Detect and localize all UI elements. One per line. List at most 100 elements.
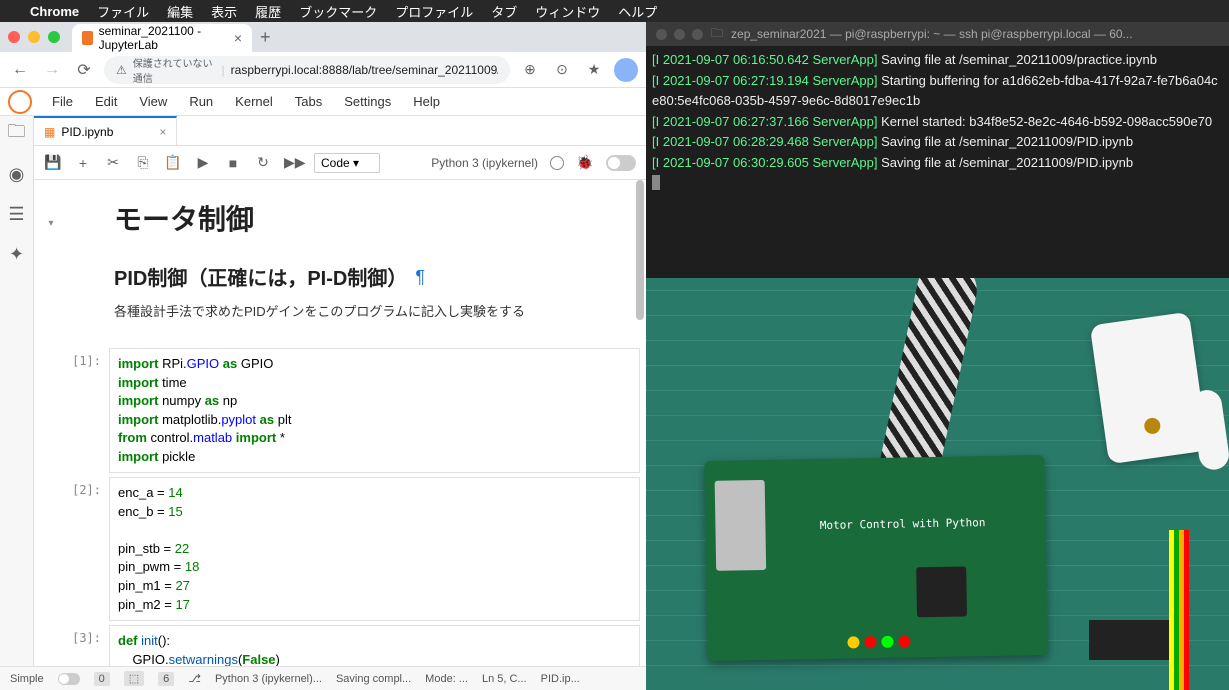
- usb-ports: [715, 480, 767, 571]
- camera-feed: Motor Control with Python: [646, 278, 1229, 690]
- jupyter-menubar: File Edit View Run Kernel Tabs Settings …: [0, 88, 646, 116]
- mac-menu-edit[interactable]: 編集: [167, 2, 193, 21]
- translate-icon[interactable]: ⊕: [518, 61, 542, 78]
- markdown-cell[interactable]: モータ制御 PID制御（正確には，PI-D制御） ¶ 各種設計手法で求めたPID…: [114, 190, 525, 332]
- terminal-titlebar: 🗀 zep_seminar2021 — pi@raspberrypi: ~ — …: [646, 22, 1229, 46]
- status-count-0[interactable]: 0: [94, 672, 110, 686]
- mac-menu-view[interactable]: 表示: [211, 2, 237, 21]
- jup-menu-edit[interactable]: Edit: [85, 91, 127, 112]
- mac-menu-window[interactable]: ウィンドウ: [535, 2, 600, 21]
- extensions-icon[interactable]: ★: [582, 61, 606, 78]
- mac-menubar: Chrome ファイル 編集 表示 履歴 ブックマーク プロファイル タブ ウィ…: [0, 0, 1229, 22]
- term-minimize-button[interactable]: [674, 29, 685, 40]
- led-icon: [847, 636, 859, 648]
- close-window-button[interactable]: [8, 31, 20, 43]
- jup-menu-tabs[interactable]: Tabs: [285, 91, 332, 112]
- notebook-tab-close-icon[interactable]: ×: [159, 125, 166, 139]
- mac-menu-app[interactable]: Chrome: [30, 4, 79, 19]
- mac-menu-file[interactable]: ファイル: [97, 2, 149, 21]
- code-input[interactable]: import RPi.GPIO as GPIO import time impo…: [109, 348, 640, 473]
- zoom-icon[interactable]: ⊙: [550, 61, 574, 78]
- anchor-icon[interactable]: ¶: [415, 267, 425, 288]
- status-count-6[interactable]: 6: [158, 672, 174, 686]
- led-icon: [881, 636, 893, 648]
- chrome-window: seminar_2021100 - JupyterLab × + ← → ⟳ ⚠…: [0, 22, 646, 690]
- notebook-content[interactable]: ▾ モータ制御 PID制御（正確には，PI-D制御） ¶ 各種設計手法で求めたP…: [34, 180, 646, 666]
- jup-menu-run[interactable]: Run: [179, 91, 223, 112]
- cut-cell-icon[interactable]: ✂: [104, 154, 122, 171]
- kernel-name-label[interactable]: Python 3 (ipykernel): [431, 156, 538, 170]
- mac-menu-bookmarks[interactable]: ブックマーク: [299, 2, 377, 21]
- render-toggle[interactable]: [606, 155, 636, 171]
- code-input[interactable]: enc_a = 14 enc_b = 15 pin_stb = 22 pin_p…: [109, 477, 640, 621]
- add-cell-icon[interactable]: +: [74, 155, 92, 171]
- chrome-toolbar: ← → ⟳ ⚠ 保護されていない通信 | raspberrypi.local:8…: [0, 52, 646, 88]
- status-ln[interactable]: Ln 5, C...: [482, 673, 527, 685]
- terminal-body[interactable]: [I 2021-09-07 06:16:50.642 ServerApp] Sa…: [646, 46, 1229, 197]
- code-cell[interactable]: [2]:enc_a = 14 enc_b = 15 pin_stb = 22 p…: [54, 477, 640, 621]
- maximize-window-button[interactable]: [48, 31, 60, 43]
- jup-menu-file[interactable]: File: [42, 91, 83, 112]
- jupyter-favicon-icon: [82, 31, 93, 45]
- mac-menu-help[interactable]: ヘルプ: [618, 2, 657, 21]
- servo-screw: [1143, 417, 1161, 435]
- term-close-button[interactable]: [656, 29, 667, 40]
- heading-1: モータ制御: [114, 198, 525, 238]
- extension-manager-icon[interactable]: ✦: [7, 244, 27, 264]
- file-browser-icon[interactable]: 🗀: [7, 124, 27, 144]
- reload-button[interactable]: ⟳: [72, 60, 96, 80]
- mac-menu-profile[interactable]: プロファイル: [395, 2, 473, 21]
- terminal-window-controls: [656, 29, 703, 40]
- status-sym[interactable]: ⬚: [124, 671, 144, 686]
- copy-cell-icon[interactable]: ⎘: [134, 154, 152, 171]
- save-icon[interactable]: 💾: [44, 154, 62, 171]
- code-input[interactable]: def init(): GPIO.setwarnings(False) GPIO…: [109, 625, 640, 666]
- paste-cell-icon[interactable]: 📋: [164, 154, 182, 171]
- code-cell[interactable]: [1]:import RPi.GPIO as GPIO import time …: [54, 348, 640, 473]
- url-text: raspberrypi.local:8888/lab/tree/seminar_…: [231, 63, 498, 77]
- address-bar[interactable]: ⚠ 保護されていない通信 | raspberrypi.local:8888/la…: [104, 56, 510, 84]
- mac-menu-tab[interactable]: タブ: [491, 2, 517, 21]
- table-of-contents-icon[interactable]: ☰: [7, 204, 27, 224]
- gpio-header: [1089, 620, 1169, 660]
- term-maximize-button[interactable]: [692, 29, 703, 40]
- notebook-toolbar: 💾 + ✂ ⎘ 📋 ▶ ■ ↻ ▶▶ Code ▾ Python 3 (ipyk…: [34, 146, 646, 180]
- simple-mode-toggle[interactable]: [58, 673, 80, 685]
- code-cell[interactable]: [3]:def init(): GPIO.setwarnings(False) …: [54, 625, 640, 666]
- profile-avatar-icon[interactable]: [614, 58, 638, 82]
- scrollbar[interactable]: [636, 180, 644, 320]
- mac-menu-history[interactable]: 履歴: [255, 2, 281, 21]
- minimize-window-button[interactable]: [28, 31, 40, 43]
- jup-menu-help[interactable]: Help: [403, 91, 450, 112]
- led-icon: [898, 635, 910, 647]
- folder-icon: 🗀: [711, 24, 723, 45]
- back-button[interactable]: ←: [8, 61, 32, 79]
- paragraph: 各種設計手法で求めたPIDゲインをこのプログラムに記入し実験をする: [114, 301, 525, 320]
- run-cell-icon[interactable]: ▶: [194, 154, 212, 171]
- forward-button[interactable]: →: [40, 61, 64, 79]
- jup-menu-view[interactable]: View: [129, 91, 177, 112]
- jupyter-logo-icon[interactable]: [8, 90, 32, 114]
- running-terminals-icon[interactable]: ◉: [7, 164, 27, 184]
- debugger-icon[interactable]: 🐞: [576, 154, 594, 171]
- tab-close-icon[interactable]: ×: [234, 30, 242, 46]
- jupyter-main: ▦ PID.ipynb × 💾 + ✂ ⎘ 📋 ▶ ■ ↻ ▶▶ Code ▾: [34, 116, 646, 666]
- restart-kernel-icon[interactable]: ↻: [254, 154, 272, 171]
- stop-kernel-icon[interactable]: ■: [224, 155, 242, 171]
- browser-tab[interactable]: seminar_2021100 - JupyterLab ×: [72, 24, 252, 52]
- status-kernel[interactable]: Python 3 (ipykernel)...: [215, 673, 322, 685]
- led-icon: [864, 636, 876, 648]
- ic-chip: [916, 566, 967, 617]
- jupyterlab-app: File Edit View Run Kernel Tabs Settings …: [0, 88, 646, 690]
- kernel-status-icon[interactable]: [550, 156, 564, 170]
- new-tab-button[interactable]: +: [260, 27, 271, 48]
- notebook-tab[interactable]: ▦ PID.ipynb ×: [34, 116, 177, 145]
- status-file: PID.ip...: [541, 673, 580, 685]
- chrome-tabbar: seminar_2021100 - JupyterLab × +: [0, 22, 646, 52]
- jup-menu-kernel[interactable]: Kernel: [225, 91, 283, 112]
- restart-run-all-icon[interactable]: ▶▶: [284, 154, 302, 171]
- cell-collapse-icon[interactable]: ▾: [44, 190, 58, 344]
- jup-menu-settings[interactable]: Settings: [334, 91, 401, 112]
- cell-type-select[interactable]: Code ▾: [314, 153, 380, 173]
- execution-count: [3]:: [54, 625, 109, 666]
